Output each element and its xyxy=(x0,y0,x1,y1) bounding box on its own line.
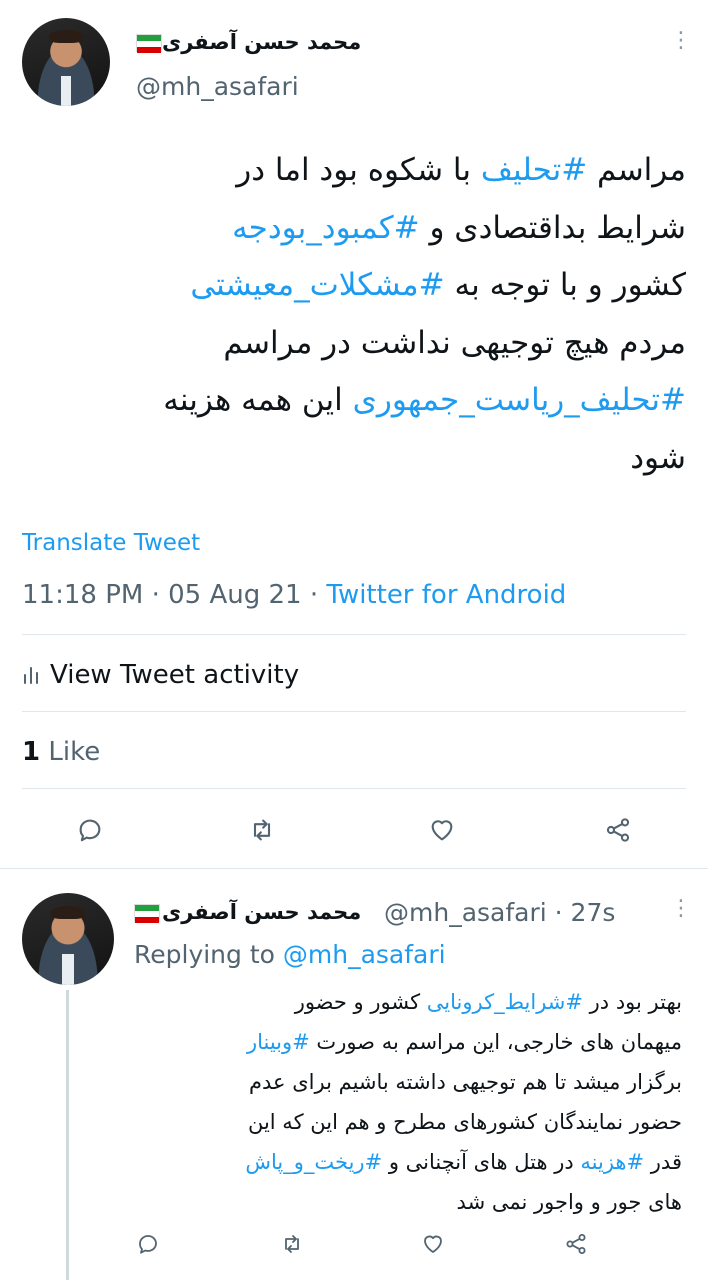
like-icon xyxy=(424,1235,442,1253)
reply-text: بهتر بود در #شرایط_کرونایی کشور و حضور می… xyxy=(245,982,682,1222)
timestamp-text: 11:18 PM · 05 Aug 21 · xyxy=(22,580,327,610)
retweet-icon xyxy=(285,1235,299,1253)
hashtag-link[interactable]: #مشکلات_معیشتی xyxy=(190,267,444,303)
share-button[interactable] xyxy=(558,1226,594,1262)
text-segment: مراسم xyxy=(587,152,686,188)
translate-tweet-label: Translate Tweet xyxy=(22,530,201,556)
divider xyxy=(22,788,686,789)
thread-line xyxy=(66,990,69,1280)
like-count-number: 1 xyxy=(22,737,41,767)
text-line: های جور و واجور نمی شد xyxy=(245,1182,682,1222)
text-segment: این همه هزینه xyxy=(163,382,353,418)
text-segment: کشور و حضور xyxy=(294,990,427,1014)
text-segment: میهمان های خارجی، این مراسم به صورت xyxy=(309,1030,682,1054)
text-segment: قدر xyxy=(644,1150,682,1174)
more-icon[interactable]: ⋮ xyxy=(670,898,692,920)
divider xyxy=(0,868,708,869)
retweet-button[interactable] xyxy=(274,1226,310,1262)
text-line: مراسم #تحلیف با شکوه بود اما در xyxy=(163,142,686,200)
text-segment: شرایط بداقتصادی و xyxy=(419,209,686,246)
text-segment: در هتل های آنچنانی و xyxy=(382,1150,581,1174)
like-button[interactable] xyxy=(424,812,460,848)
hashtag-link[interactable]: #کمبود_بودجه xyxy=(232,210,420,246)
hashtag-link[interactable]: #هزینه xyxy=(580,1150,644,1174)
translate-tweet-link[interactable]: Translate Tweet xyxy=(22,530,200,556)
text-segment: حضور نمایندگان کشورهای مطرح و هم این که … xyxy=(247,1110,682,1134)
text-segment: برگزار میشد تا هم توجیهی داشته باشیم برا… xyxy=(248,1070,682,1094)
author-name-text: محمد حسن آصفری xyxy=(162,30,362,54)
author-name-text: محمد حسن آصفری xyxy=(162,900,362,924)
avatar[interactable] xyxy=(22,18,110,106)
iran-flag-icon xyxy=(134,904,160,923)
replying-to: Replying to @mh_asafari xyxy=(134,940,446,969)
hashtag-link[interactable]: #تحلیف_ریاست_جمهوری xyxy=(353,382,686,418)
view-tweet-activity-button[interactable]: View Tweet activity xyxy=(22,660,299,690)
divider xyxy=(22,634,686,635)
text-line: کشور و با توجه به #مشکلات_معیشتی xyxy=(163,257,686,315)
reply-button[interactable] xyxy=(72,812,108,848)
source-link[interactable]: Twitter for Android xyxy=(326,580,566,610)
text-line: بهتر بود در #شرایط_کرونایی کشور و حضور xyxy=(245,982,682,1022)
text-line: مردم هیچ توجیهی نداشت در مراسم xyxy=(163,315,686,373)
text-segment: شود xyxy=(630,439,686,476)
divider xyxy=(22,711,686,712)
author-handle[interactable]: @mh_asafari xyxy=(136,72,299,101)
text-segment: کشور و با توجه به xyxy=(444,267,686,303)
text-segment: های جور و واجور نمی شد xyxy=(456,1190,682,1214)
reply-icon xyxy=(139,1235,157,1254)
replying-to-label: Replying to xyxy=(134,940,283,969)
author-name[interactable]: محمد حسن آصفری xyxy=(134,30,361,54)
share-button[interactable] xyxy=(600,812,636,848)
text-segment: بهتر بود در xyxy=(582,990,682,1014)
text-line: شود xyxy=(163,430,686,488)
tweet-timestamp: 11:18 PM · 05 Aug 21 · Twitter for Andro… xyxy=(22,580,566,610)
text-line: #تحلیف_ریاست_جمهوری این همه هزینه xyxy=(163,372,686,430)
share-icon xyxy=(566,1234,586,1254)
bar-chart-icon xyxy=(22,662,40,684)
share-icon xyxy=(606,818,630,842)
text-line: قدر #هزینه در هتل های آنچنانی و #ریخت_و_… xyxy=(245,1142,682,1182)
text-line: حضور نمایندگان کشورهای مطرح و هم این که … xyxy=(245,1102,682,1142)
view-tweet-activity-label: View Tweet activity xyxy=(50,660,300,690)
text-line: میهمان های خارجی، این مراسم به صورت #وبی… xyxy=(245,1022,682,1062)
like-count-label: Like xyxy=(40,737,101,767)
hashtag-link[interactable]: #ریخت_و_پاش xyxy=(245,1150,382,1174)
retweet-button[interactable] xyxy=(244,812,280,848)
retweet-icon xyxy=(253,819,271,841)
like-button[interactable] xyxy=(415,1226,451,1262)
author-name[interactable]: محمد حسن آصفری xyxy=(134,900,361,924)
text-segment: مردم هیچ توجیهی نداشت در مراسم xyxy=(223,324,686,361)
like-icon xyxy=(431,820,453,841)
iran-flag-icon xyxy=(136,34,162,53)
hashtag-link[interactable]: #وبینار xyxy=(247,1030,310,1054)
more-icon[interactable]: ⋮ xyxy=(670,30,692,52)
hashtag-link[interactable]: #شرایط_کرونایی xyxy=(427,990,583,1014)
tweet-text: مراسم #تحلیف با شکوه بود اما در شرایط بدا… xyxy=(163,142,686,487)
like-count[interactable]: 1 Like xyxy=(22,737,100,767)
text-line: شرایط بداقتصادی و #کمبود_بودجه xyxy=(163,200,686,258)
hashtag-link[interactable]: #تحلیف xyxy=(481,152,587,188)
reply-icon xyxy=(79,819,101,842)
text-segment: با شکوه بود اما در xyxy=(236,152,481,188)
text-line: برگزار میشد تا هم توجیهی داشته باشیم برا… xyxy=(245,1062,682,1102)
replying-to-handle[interactable]: @mh_asafari xyxy=(283,940,446,969)
avatar[interactable] xyxy=(22,893,114,985)
author-handle-time[interactable]: @mh_asafari · 27s xyxy=(384,898,615,927)
reply-button[interactable] xyxy=(130,1226,166,1262)
